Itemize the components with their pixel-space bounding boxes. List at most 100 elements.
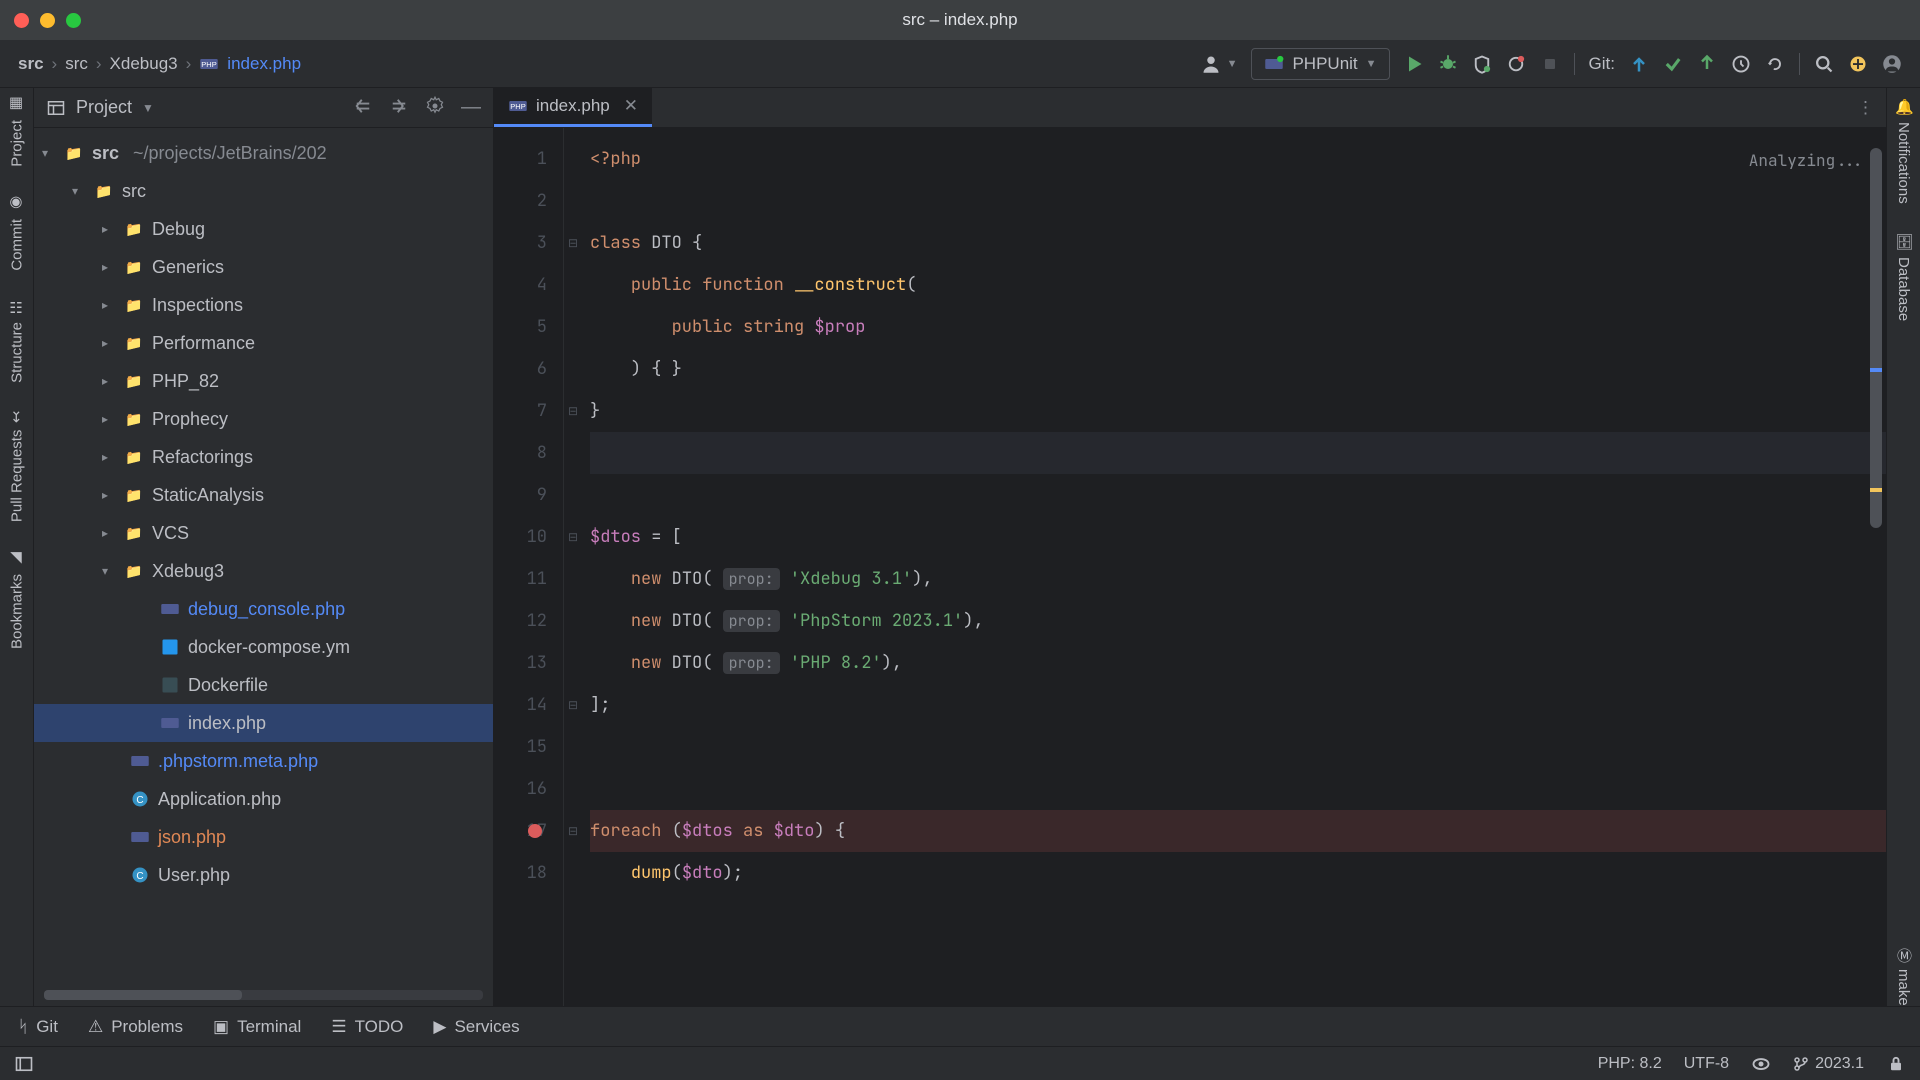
commit-tool-tab[interactable]: Commit◉ [8,195,26,271]
git-pull-icon[interactable] [1629,54,1649,74]
search-icon[interactable] [1814,54,1834,74]
stop-icon[interactable] [1540,54,1560,74]
breadcrumb-item[interactable]: Xdebug3 [110,54,178,74]
code-area[interactable]: 123456789101112131415161718 ⊟ ⊟ ⊟ ⊟ ⊟ An… [494,128,1886,1006]
file-icon [160,637,180,657]
tree-file[interactable]: debug_console.php [34,590,493,628]
breadcrumb-root[interactable]: src [18,54,44,74]
tree-file[interactable]: .phpstorm.meta.php [34,742,493,780]
breadcrumb-item[interactable]: src [65,54,88,74]
tree-folder-xdebug3[interactable]: ▾📁Xdebug3 [34,552,493,590]
tree-file[interactable]: Dockerfile [34,666,493,704]
tree-folder[interactable]: ▸📁Generics [34,248,493,286]
close-tab-icon[interactable]: ✕ [624,96,638,116]
commit-icon: ◉ [8,195,26,213]
minimize-window-icon[interactable] [40,13,55,28]
separator [1799,53,1800,75]
tree-folder[interactable]: ▸📁VCS [34,514,493,552]
pull-request-icon: ↢ [8,411,26,424]
php-version-status[interactable]: PHP: 8.2 [1598,1055,1662,1073]
chevron-right-icon: ▸ [102,412,116,426]
scrollbar-thumb[interactable] [1870,148,1882,528]
expand-all-icon[interactable] [389,96,409,116]
tree-folder[interactable]: ▸📁Debug [34,210,493,248]
coverage-icon[interactable] [1472,54,1492,74]
tree-folder[interactable]: ▸📁Prophecy [34,400,493,438]
gear-icon[interactable] [425,96,445,116]
folder-icon: 📁 [124,409,144,429]
maximize-window-icon[interactable] [66,13,81,28]
tree-folder[interactable]: ▸📁Refactorings [34,438,493,476]
tree-folder-src[interactable]: ▾📁src [34,172,493,210]
chevron-right-icon: › [52,54,58,74]
run-config-label: PHPUnit [1292,54,1357,74]
notifications-tool-tab[interactable]: 🔔Notifications [1895,98,1913,204]
structure-tool-tab[interactable]: Structure☷ [8,298,26,383]
git-commit-icon[interactable] [1663,54,1683,74]
problems-tool-tab[interactable]: ⚠Problems [88,1017,183,1037]
make-tool-tab[interactable]: Ⓜmake [1893,948,1914,1006]
tree-file[interactable]: CApplication.php [34,780,493,818]
file-icon [160,675,180,695]
editor-scrollbar[interactable] [1870,148,1882,986]
chevron-down-icon[interactable]: ▼ [142,101,154,115]
tabs-menu-icon[interactable]: ⋮ [1845,88,1886,127]
user-dropdown[interactable]: ▼ [1201,54,1238,74]
tree-file[interactable]: json.php [34,818,493,856]
folder-icon: 📁 [124,561,144,581]
terminal-icon: ▣ [213,1017,229,1037]
todo-tool-tab[interactable]: ☰TODO [331,1017,403,1037]
breadcrumb-file[interactable]: index.php [227,54,301,74]
avatar-icon[interactable] [1882,54,1902,74]
svg-text:C: C [136,795,143,806]
tool-window-icon[interactable] [14,1054,34,1074]
inspection-eye-icon[interactable] [1751,1054,1771,1074]
horizontal-scrollbar[interactable] [44,990,483,1000]
tree-file[interactable]: CUser.php [34,856,493,894]
close-window-icon[interactable] [14,13,29,28]
tree-folder[interactable]: ▸📁Inspections [34,286,493,324]
lock-icon[interactable] [1886,1054,1906,1074]
run-icon[interactable] [1404,54,1424,74]
pull-requests-tool-tab[interactable]: Pull Requests↢ [8,411,26,522]
editor-tab-active[interactable]: PHP index.php ✕ [494,88,652,127]
chevron-right-icon: › [96,54,102,74]
make-icon: Ⓜ [1893,948,1914,963]
debug-icon[interactable] [1438,54,1458,74]
terminal-tool-tab[interactable]: ▣Terminal [213,1017,301,1037]
run-configuration-selector[interactable]: PHPUnit ▼ [1251,48,1389,80]
tree-root[interactable]: ▾📁src~/projects/JetBrains/202 [34,134,493,172]
bookmarks-tool-tab[interactable]: Bookmarks◣ [8,550,26,649]
encoding-status[interactable]: UTF-8 [1684,1055,1729,1073]
tree-folder[interactable]: ▸📁PHP_82 [34,362,493,400]
code-content[interactable]: Analyzing... <?php class DTO { public fu… [582,128,1886,1006]
select-opened-file-icon[interactable] [353,96,373,116]
tree-file[interactable]: docker-compose.ym [34,628,493,666]
history-icon[interactable] [1731,54,1751,74]
sidebar-title[interactable]: Project [76,97,132,118]
folder-icon: 📁 [124,371,144,391]
folder-icon: 📁 [124,295,144,315]
git-push-icon[interactable] [1697,54,1717,74]
branch-icon[interactable]: 2023.1 [1793,1055,1864,1073]
breakpoint-icon[interactable] [528,824,542,838]
rollback-icon[interactable] [1765,54,1785,74]
minimize-icon[interactable]: — [461,96,481,119]
sync-icon[interactable] [1848,54,1868,74]
tree-file[interactable]: index.php [34,704,493,742]
chevron-right-icon: ▸ [102,488,116,502]
chevron-right-icon: ▸ [102,298,116,312]
tab-label: index.php [536,96,610,116]
tree-folder[interactable]: ▸📁StaticAnalysis [34,476,493,514]
tree-folder[interactable]: ▸📁Performance [34,324,493,362]
play-circle-icon: ▶ [433,1017,446,1037]
project-tree[interactable]: ▾📁src~/projects/JetBrains/202 ▾📁src ▸📁De… [34,128,493,984]
chevron-right-icon: ▸ [102,222,116,236]
svg-text:C: C [136,871,143,882]
profile-icon[interactable] [1506,54,1526,74]
services-tool-tab[interactable]: ▶Services [433,1017,519,1037]
git-tool-tab[interactable]: ᛋGit [18,1017,58,1037]
fold-column[interactable]: ⊟ ⊟ ⊟ ⊟ ⊟ [564,128,582,1006]
project-tool-tab[interactable]: Project▦ [8,96,26,167]
database-tool-tab[interactable]: 🗄Database [1895,232,1913,321]
